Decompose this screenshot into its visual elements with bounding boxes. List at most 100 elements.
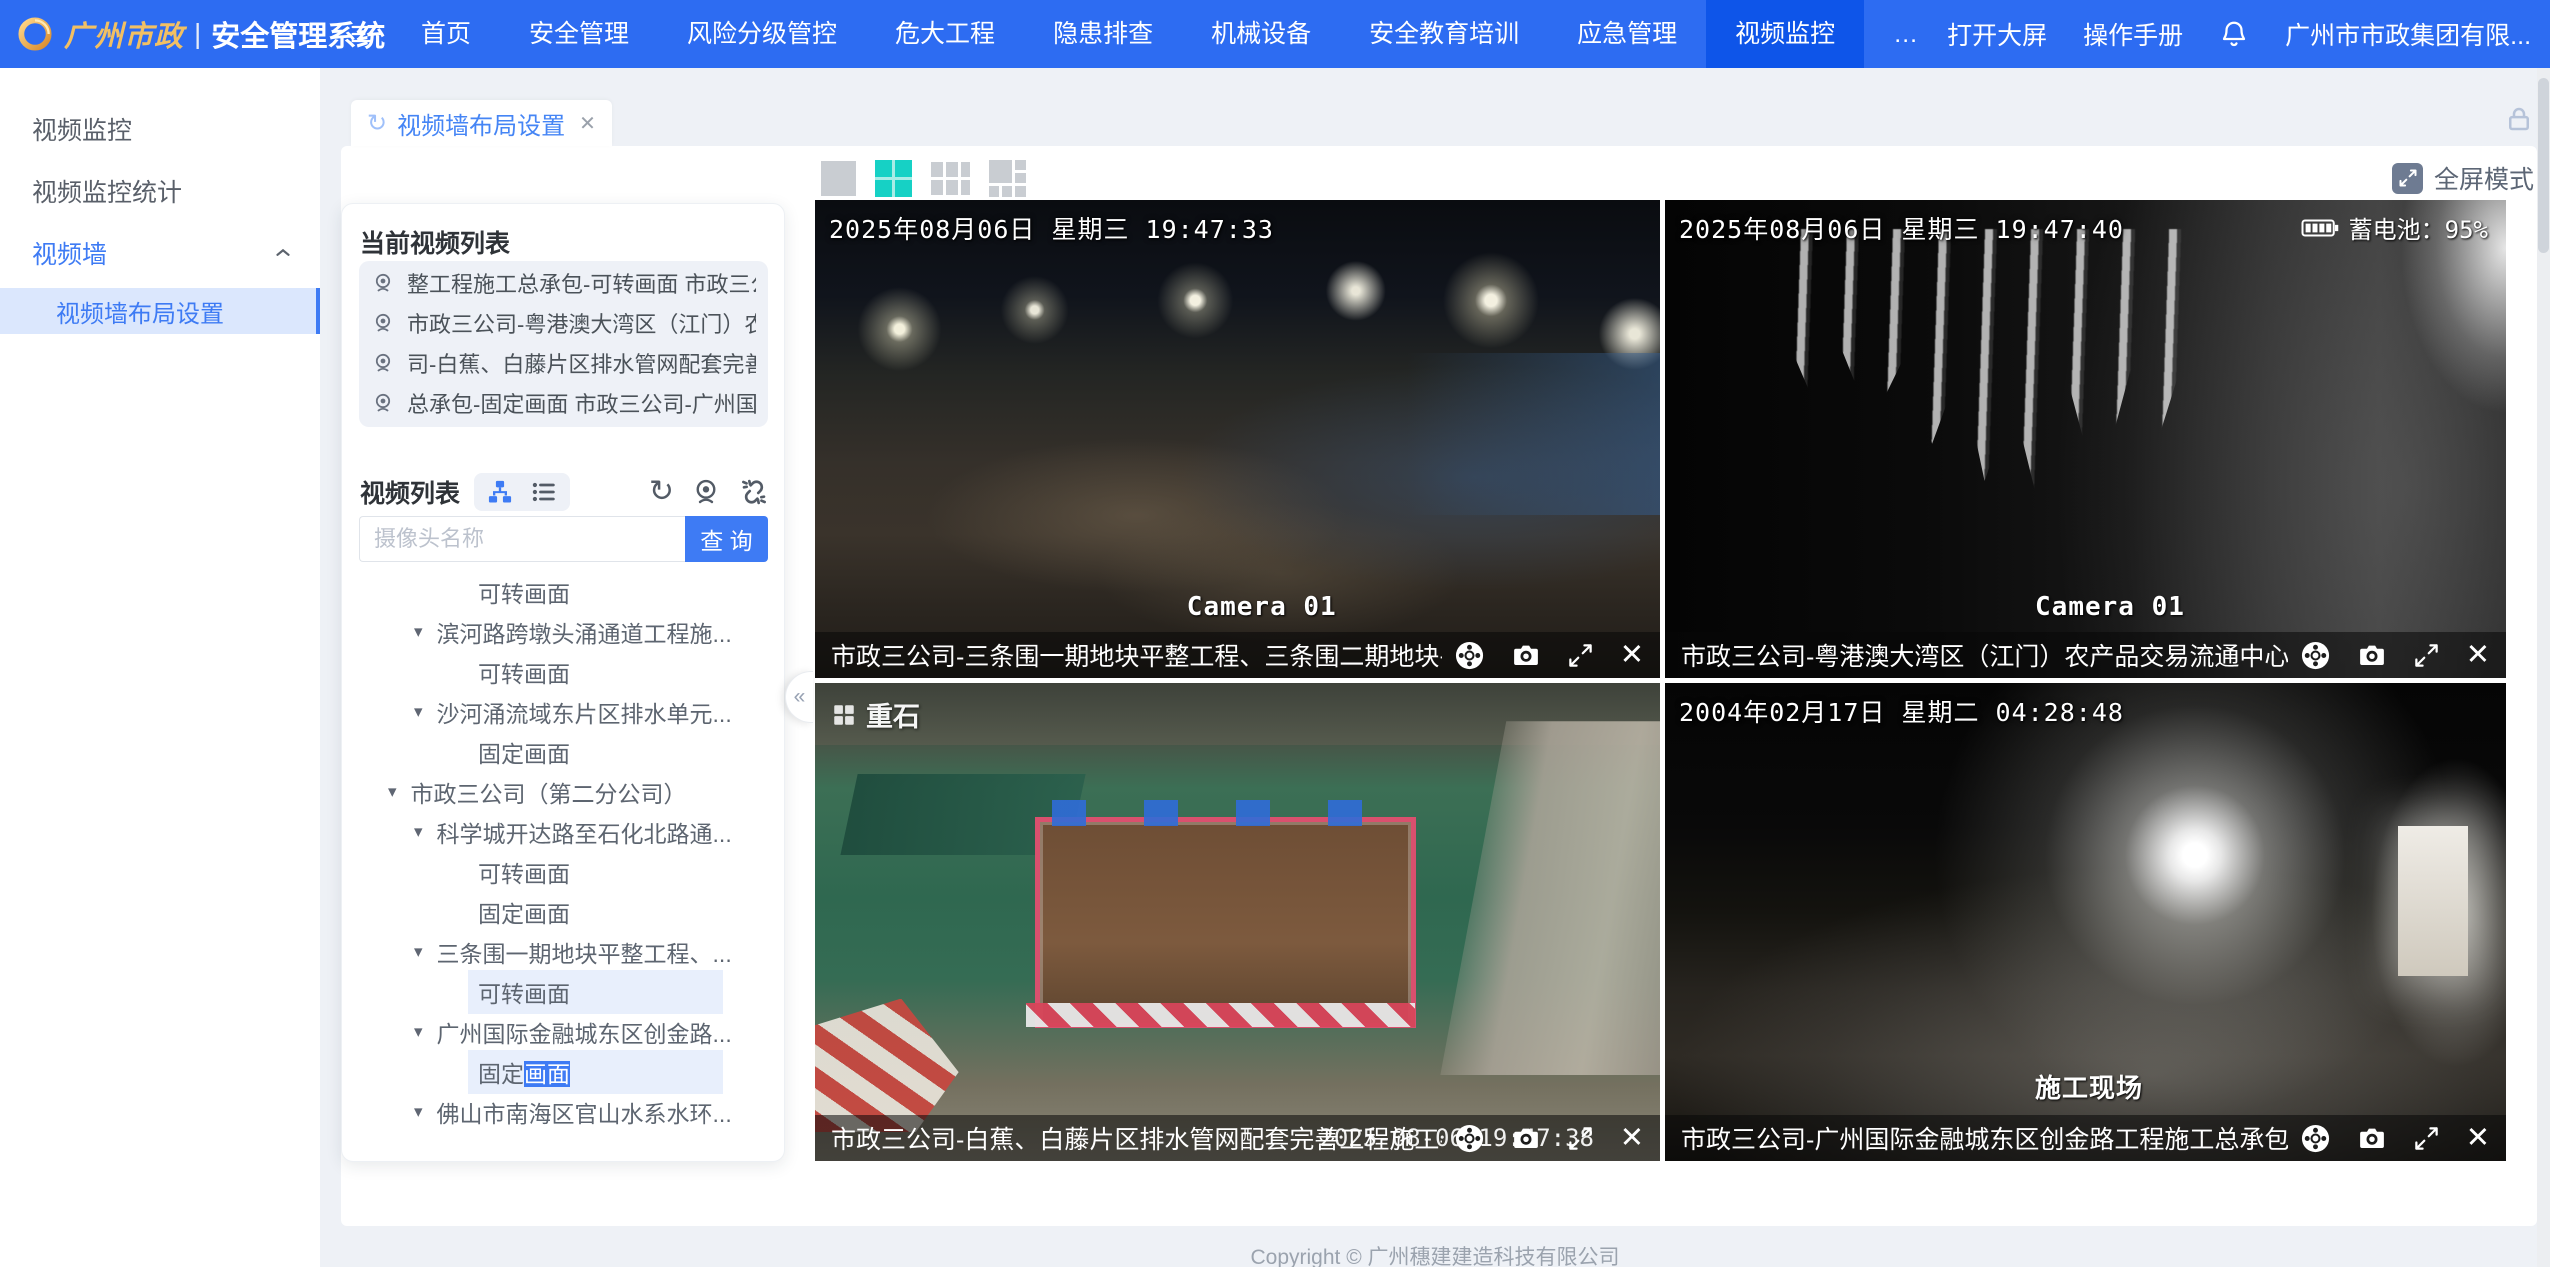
nav-item[interactable]: … — [1864, 0, 1947, 68]
snapshot-icon[interactable] — [1511, 1123, 1541, 1153]
bell-icon[interactable] — [2219, 19, 2249, 49]
snapshot-icon[interactable] — [1511, 640, 1541, 670]
fullscreen-icon[interactable] — [1567, 642, 1594, 669]
snapshot-icon[interactable] — [2357, 640, 2387, 670]
nav-item[interactable]: 安全教育培训 — [1340, 0, 1548, 68]
video-controls: ✕ — [1454, 1123, 1644, 1154]
ptz-control-icon[interactable] — [1454, 1123, 1485, 1154]
nav-item[interactable]: 首页 — [392, 0, 500, 68]
video-tile[interactable]: 2004年02月17日 星期二 04:28:48 施工现场 市政三公司-广州国际… — [1665, 683, 2506, 1161]
fullscreen-icon[interactable] — [1567, 1125, 1594, 1152]
layout-grid6-button[interactable] — [931, 162, 970, 195]
tree-item[interactable]: 固定画面 — [342, 892, 780, 932]
caret-down-icon[interactable]: ▾ — [388, 782, 397, 802]
video-tile[interactable]: 2025年08月06日 星期三 19:47:33 Camera 01 市政三公司… — [815, 200, 1660, 678]
fullscreen-mode-label: 全屏模式 — [2434, 160, 2534, 196]
refresh-icon[interactable]: ↻ — [649, 477, 674, 507]
tree-item[interactable]: 可转画面 — [342, 652, 780, 692]
current-video-item-label: 司-白蕉、白藤片区排水管网配套完善工程施工 — [407, 347, 756, 379]
nav-item[interactable]: 应急管理 — [1548, 0, 1706, 68]
ptz-control-icon[interactable] — [1454, 640, 1485, 671]
camera-search-input[interactable] — [359, 516, 685, 562]
sidebar-item-video-wall-layout[interactable]: 视频墙布局设置 — [0, 288, 320, 334]
webcam-icon — [371, 271, 395, 295]
sidebar-item-video-monitor[interactable]: 视频监控 — [0, 98, 320, 160]
sidebar-item-video-wall[interactable]: 视频墙 — [0, 222, 320, 284]
scene-decoration — [1035, 817, 1417, 1028]
nav-item[interactable]: 危大工程 — [866, 0, 1024, 68]
layout-single-button[interactable] — [821, 161, 856, 196]
scrollbar-thumb[interactable] — [2538, 78, 2549, 253]
scene-decoration — [1440, 721, 1660, 1075]
caret-down-icon[interactable]: ▾ — [414, 1102, 423, 1122]
current-video-item[interactable]: 总承包-固定画面 市政三公司-广州国际金融 — [359, 383, 768, 423]
close-video-icon[interactable]: ✕ — [2466, 1124, 2490, 1153]
caret-down-icon[interactable]: ▾ — [414, 942, 423, 962]
caret-down-icon[interactable]: ▾ — [414, 822, 423, 842]
scene-decoration — [1026, 1003, 1415, 1027]
tree-item[interactable]: ▾市政三公司（第二分公司） — [342, 772, 780, 812]
tree-item-label: 可转画面 — [478, 575, 570, 609]
fullscreen-mode-button[interactable]: 全屏模式 — [2392, 159, 2534, 197]
snapshot-icon[interactable] — [2357, 1123, 2387, 1153]
tree-item[interactable]: ▾滨河路跨墩头涌通道工程施... — [342, 612, 780, 652]
list-view-icon[interactable] — [530, 478, 558, 506]
chevron-up-icon — [272, 242, 294, 264]
tree-item[interactable]: 可转画面 — [342, 972, 780, 1012]
nav-item[interactable]: 视频监控 — [1706, 0, 1864, 68]
nav-item[interactable]: 风险分级管控 — [658, 0, 866, 68]
current-video-item-label: 整工程施工总承包-可转画面 市政三公司-三 — [407, 267, 756, 299]
tree-item[interactable]: ▾科学城开达路至石化北路通... — [342, 812, 780, 852]
view-toggle — [474, 473, 570, 511]
tree-item[interactable]: 固定画面 — [342, 1052, 780, 1092]
tree-item[interactable]: ▾佛山市南海区官山水系水环... — [342, 1092, 780, 1132]
caret-down-icon[interactable]: ▾ — [414, 622, 423, 642]
camera-panel: 当前视频列表 整工程施工总承包-可转画面 市政三公司-三 市政三公司-粤港澳大湾… — [341, 203, 785, 1162]
battery-label: 蓄电池：95% — [2349, 210, 2488, 245]
nav-right: 打开大屏 操作手册 广州市市政集团有限... 穗建运维账号（集团） — [1947, 0, 2550, 124]
tab-video-wall-layout[interactable]: ↻ 视频墙布局设置 ✕ — [351, 100, 612, 146]
search-button[interactable]: 查 询 — [685, 516, 768, 562]
nav-item[interactable]: 机械设备 — [1182, 0, 1340, 68]
open-bigscreen-button[interactable]: 打开大屏 — [1947, 16, 2047, 52]
close-video-icon[interactable]: ✕ — [1620, 1124, 1644, 1153]
current-video-item[interactable]: 司-白蕉、白藤片区排水管网配套完善工程施工 — [359, 343, 768, 383]
close-tab-icon[interactable]: ✕ — [579, 111, 596, 136]
manual-button[interactable]: 操作手册 — [2083, 16, 2183, 52]
nav-item[interactable]: 安全管理 — [500, 0, 658, 68]
tree-item[interactable]: 可转画面 — [342, 572, 780, 612]
caret-down-icon[interactable]: ▾ — [414, 702, 423, 722]
layout-selector — [821, 159, 1026, 197]
tree-item[interactable]: ▾广州国际金融城东区创金路... — [342, 1012, 780, 1052]
menu-collapse-icon[interactable] — [332, 20, 392, 48]
video-tile[interactable]: 重石 市政三公司-白蕉、白藤片区排水管网配套完善工程施工-可转画面 2025-0… — [815, 683, 1660, 1161]
caret-down-icon[interactable]: ▾ — [414, 1022, 423, 1042]
camera-watermark: Camera 01 — [2035, 592, 2185, 622]
tree-item[interactable]: ▾沙河涌流域东片区排水单元... — [342, 692, 780, 732]
disconnect-icon[interactable] — [738, 476, 770, 508]
video-tile[interactable]: 2025年08月06日 星期三 19:47:40 蓄电池：95% Camera … — [1665, 200, 2506, 678]
tree-item-label: 固定画面 — [478, 895, 570, 929]
refresh-tab-icon[interactable]: ↻ — [367, 109, 387, 137]
tree-item[interactable]: 固定画面 — [342, 732, 780, 772]
tree-item[interactable]: 可转画面 — [342, 852, 780, 892]
layout-grid2-button[interactable] — [875, 160, 912, 197]
ptz-control-icon[interactable] — [2300, 640, 2331, 671]
fullscreen-icon[interactable] — [2413, 642, 2440, 669]
tree-item[interactable]: ▾三条围一期地块平整工程、... — [342, 932, 780, 972]
tree-item-label: 可转画面 — [468, 970, 723, 1014]
close-video-icon[interactable]: ✕ — [2466, 641, 2490, 670]
nav-item[interactable]: 隐患排查 — [1024, 0, 1182, 68]
tree-item-label: 可转画面 — [478, 855, 570, 889]
close-video-icon[interactable]: ✕ — [1620, 641, 1644, 670]
layout-mixed-button[interactable] — [989, 160, 1026, 197]
webcam-icon[interactable] — [690, 476, 722, 508]
tree-view-icon[interactable] — [486, 478, 514, 506]
company-name[interactable]: 广州市市政集团有限... — [2285, 16, 2531, 52]
current-video-item[interactable]: 市政三公司-粤港澳大湾区（江门）农产品交 — [359, 303, 768, 343]
current-video-item[interactable]: 整工程施工总承包-可转画面 市政三公司-三 — [359, 263, 768, 303]
sidebar-item-video-monitor-stats[interactable]: 视频监控统计 — [0, 160, 320, 222]
fullscreen-icon[interactable] — [2413, 1125, 2440, 1152]
scene-decoration — [1783, 229, 2187, 516]
ptz-control-icon[interactable] — [2300, 1123, 2331, 1154]
